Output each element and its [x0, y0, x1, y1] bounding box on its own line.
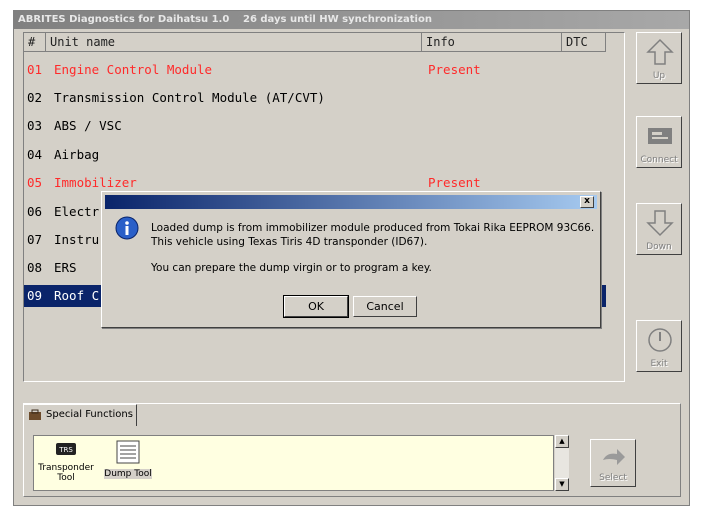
column-header-dtc[interactable]: DTC: [562, 33, 606, 52]
select-button-label: Select: [599, 473, 627, 483]
unit-name: Instru: [54, 232, 100, 247]
down-arrow-icon: [646, 210, 674, 237]
toolbox-icon: [29, 409, 41, 420]
connect-button-label: Connect: [640, 155, 678, 165]
exit-button[interactable]: Exit: [636, 320, 682, 372]
message-dialog: x Loaded dump is from immobilizer module…: [101, 191, 601, 328]
dialog-title-bar: x: [105, 195, 597, 209]
down-button[interactable]: Down: [636, 203, 682, 255]
unit-name: Roof C: [54, 288, 100, 303]
unit-number: 06: [27, 204, 43, 219]
unit-name: Airbag: [54, 147, 100, 162]
unit-number: 01: [27, 62, 43, 77]
scroll-down-button[interactable]: ▼: [555, 478, 569, 491]
dump-tool-icon: [116, 440, 140, 464]
arrow-right-icon: [603, 449, 625, 465]
unit-number: 04: [27, 147, 43, 162]
tools-list: TRS Transponder Tool Dump Tool: [33, 435, 554, 491]
connect-icon: [648, 128, 672, 144]
table-row[interactable]: 03 ABS / VSC: [24, 115, 614, 137]
unit-info: Present: [428, 62, 481, 77]
dialog-message-line-3: You can prepare the dump virgin or to pr…: [151, 262, 432, 274]
transponder-badge: TRS: [58, 446, 73, 454]
unit-name: ABS / VSC: [54, 118, 122, 133]
dialog-close-button[interactable]: x: [580, 196, 594, 208]
table-row[interactable]: 01 Engine Control Module Present: [24, 59, 614, 81]
up-button-label: Up: [652, 71, 666, 81]
unit-number: 07: [27, 232, 43, 247]
cancel-button[interactable]: Cancel: [353, 296, 417, 317]
table-row[interactable]: 02 Transmission Control Module (AT/CVT): [24, 87, 614, 109]
unit-name: Electr: [54, 204, 100, 219]
title-bar: ABRITES Diagnostics for Daihatsu 1.0 26 …: [14, 11, 689, 29]
exit-button-label: Exit: [650, 359, 668, 369]
sync-status: 26 days until HW synchronization: [243, 14, 432, 25]
up-button[interactable]: Up: [636, 32, 682, 84]
connect-button[interactable]: Connect: [636, 116, 682, 168]
ok-button[interactable]: OK: [283, 295, 349, 318]
column-header-info[interactable]: Info: [422, 33, 562, 52]
dialog-message-line-2: This vehicle using Texas Tiris 4D transp…: [151, 236, 428, 248]
column-header-number[interactable]: #: [24, 33, 46, 52]
tab-special-functions[interactable]: Special Functions: [23, 404, 137, 426]
info-icon: [115, 216, 139, 240]
transponder-tool-label: Transponder Tool: [38, 463, 94, 483]
unit-name: Engine Control Module: [54, 62, 213, 77]
unit-number: 09: [27, 288, 43, 303]
transponder-icon: TRS: [56, 443, 76, 455]
dump-tool-label: Dump Tool: [104, 469, 152, 479]
power-icon: [648, 328, 672, 352]
tab-label: Special Functions: [46, 409, 133, 420]
unit-number: 05: [27, 175, 43, 190]
transponder-tool[interactable]: TRS Transponder Tool: [38, 440, 94, 483]
table-row[interactable]: 04 Airbag: [24, 144, 614, 166]
column-header-unit-name[interactable]: Unit name: [46, 33, 422, 52]
tools-scrollbar[interactable]: ▲ ▼: [555, 435, 569, 491]
select-button[interactable]: Select: [590, 439, 636, 487]
unit-number: 08: [27, 260, 43, 275]
unit-number: 02: [27, 90, 43, 105]
scroll-up-button[interactable]: ▲: [555, 435, 569, 448]
unit-name: ERS: [54, 260, 77, 275]
unit-number: 03: [27, 118, 43, 133]
dump-tool[interactable]: Dump Tool: [104, 440, 152, 479]
window-title: ABRITES Diagnostics for Daihatsu 1.0: [18, 14, 230, 25]
unit-name: Transmission Control Module (AT/CVT): [54, 90, 325, 105]
dialog-message-line-1: Loaded dump is from immobilizer module p…: [151, 222, 595, 234]
up-arrow-icon: [646, 38, 674, 65]
down-button-label: Down: [646, 242, 672, 252]
